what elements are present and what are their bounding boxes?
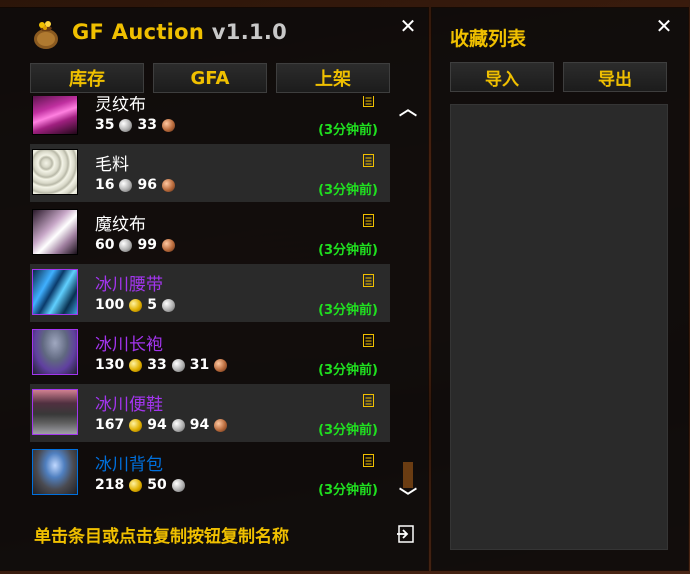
copy-document-icon[interactable] xyxy=(363,394,374,407)
gold-coin-icon xyxy=(129,298,143,312)
mageweave-icon xyxy=(32,209,78,255)
pink-cloth-icon xyxy=(32,96,78,135)
item-name: 冰川腰带 xyxy=(95,275,163,295)
list-item[interactable]: 冰川背包 218 50 (3分钟前) xyxy=(30,444,390,502)
item-price: 100 5 xyxy=(95,297,180,313)
price-silver: 60 xyxy=(95,237,115,253)
list-item[interactable]: 魔纹布 60 99 (3分钟前) xyxy=(30,204,390,262)
price-gold: 130 xyxy=(95,357,125,373)
close-favorites-icon[interactable]: ✕ xyxy=(654,16,674,36)
silver-coin-icon xyxy=(119,178,133,192)
item-price: 167 94 94 xyxy=(95,417,232,433)
item-price: 130 33 31 xyxy=(95,357,232,373)
app-title: GF Auction v1.1.0 xyxy=(72,20,288,44)
item-time: (3分钟前) xyxy=(318,123,378,138)
item-time: (3分钟前) xyxy=(318,243,378,258)
item-name: 冰川长袍 xyxy=(95,335,163,355)
price-copper: 94 xyxy=(189,417,210,433)
price-copper: 96 xyxy=(137,177,157,193)
item-price: 16 96 xyxy=(95,177,180,193)
belt-icon xyxy=(32,269,78,315)
favorites-title: 收藏列表 xyxy=(450,28,527,50)
price-silver: 33 xyxy=(147,357,167,373)
app-version: v1.1.0 xyxy=(211,20,288,44)
item-name: 冰川便鞋 xyxy=(95,395,163,415)
slippers-icon xyxy=(32,389,78,435)
item-name: 灵纹布 xyxy=(95,96,146,115)
silver-coin-icon xyxy=(119,118,133,132)
list-item[interactable]: 冰川长袍 130 33 31 (3分钟前) xyxy=(30,324,390,382)
favorites-list[interactable] xyxy=(450,104,668,550)
silver-coin-icon xyxy=(171,358,185,372)
item-name: 毛料 xyxy=(95,155,129,175)
item-price: 60 99 xyxy=(95,237,180,253)
copy-document-icon[interactable] xyxy=(363,214,374,227)
item-name: 魔纹布 xyxy=(95,215,146,235)
price-gold: 218 xyxy=(95,477,125,493)
price-silver: 16 xyxy=(95,177,115,193)
price-gold: 100 xyxy=(95,297,125,313)
copy-document-icon[interactable] xyxy=(363,96,374,107)
import-button[interactable]: 导入 xyxy=(450,62,554,92)
list-item[interactable]: 灵纹布 35 33 (3分钟前) xyxy=(30,96,390,142)
list-item[interactable]: 毛料 16 96 (3分钟前) xyxy=(30,144,390,202)
silver-coin-icon xyxy=(161,298,175,312)
gold-coin-icon xyxy=(129,358,143,372)
copy-document-icon[interactable] xyxy=(363,154,374,167)
price-silver: 50 xyxy=(147,477,167,493)
copper-coin-icon xyxy=(214,418,228,432)
tab-gfa[interactable]: GFA xyxy=(153,63,267,93)
item-time: (3分钟前) xyxy=(318,303,378,318)
gold-coin-icon xyxy=(129,418,143,432)
copper-coin-icon xyxy=(214,358,228,372)
price-gold: 167 xyxy=(95,417,125,433)
silver-coin-icon xyxy=(171,418,185,432)
silver-coin-icon xyxy=(119,238,133,252)
close-icon[interactable]: ✕ xyxy=(398,16,418,36)
price-silver: 94 xyxy=(147,417,167,433)
tab-list-item[interactable]: 上架 xyxy=(276,63,390,93)
copper-coin-icon xyxy=(161,178,175,192)
item-time: (3分钟前) xyxy=(318,423,378,438)
item-price: 35 33 xyxy=(95,117,180,133)
export-button[interactable]: 导出 xyxy=(563,62,667,92)
copy-document-icon[interactable] xyxy=(363,454,374,467)
copy-document-icon[interactable] xyxy=(363,334,374,347)
item-time: (3分钟前) xyxy=(318,183,378,198)
list-item[interactable]: 冰川便鞋 167 94 94 (3分钟前) xyxy=(30,384,390,442)
money-bag-icon xyxy=(34,21,58,49)
price-copper: 31 xyxy=(189,357,210,373)
price-silver: 5 xyxy=(147,297,157,313)
copper-coin-icon xyxy=(161,118,175,132)
scroll-down-chevron-icon[interactable]: ﹀ xyxy=(398,489,418,507)
wool-icon xyxy=(32,149,78,195)
silver-coin-icon xyxy=(171,478,185,492)
tab-inventory[interactable]: 库存 xyxy=(30,63,144,93)
copy-document-icon[interactable] xyxy=(363,274,374,287)
export-icon[interactable] xyxy=(396,524,416,544)
item-time: (3分钟前) xyxy=(318,363,378,378)
list-item[interactable]: 冰川腰带 100 5 (3分钟前) xyxy=(30,264,390,322)
scrollbar-thumb[interactable] xyxy=(403,462,413,488)
price-silver: 35 xyxy=(95,117,115,133)
item-name: 冰川背包 xyxy=(95,455,163,475)
price-copper: 99 xyxy=(137,237,157,253)
price-copper: 33 xyxy=(137,117,157,133)
footer-hint: 单击条目或点击复制按钮复制名称 xyxy=(34,527,289,547)
item-price: 218 50 xyxy=(95,477,190,493)
bag-icon xyxy=(32,449,78,495)
item-time: (3分钟前) xyxy=(318,483,378,498)
gold-coin-icon xyxy=(129,478,143,492)
copper-coin-icon xyxy=(161,238,175,252)
robe-icon xyxy=(32,329,78,375)
item-list: 灵纹布 35 33 (3分钟前) 毛料 16 96 (3分钟前) 魔纹布 60 … xyxy=(30,96,392,502)
scroll-up-chevron-icon[interactable]: ︿ xyxy=(398,101,418,119)
